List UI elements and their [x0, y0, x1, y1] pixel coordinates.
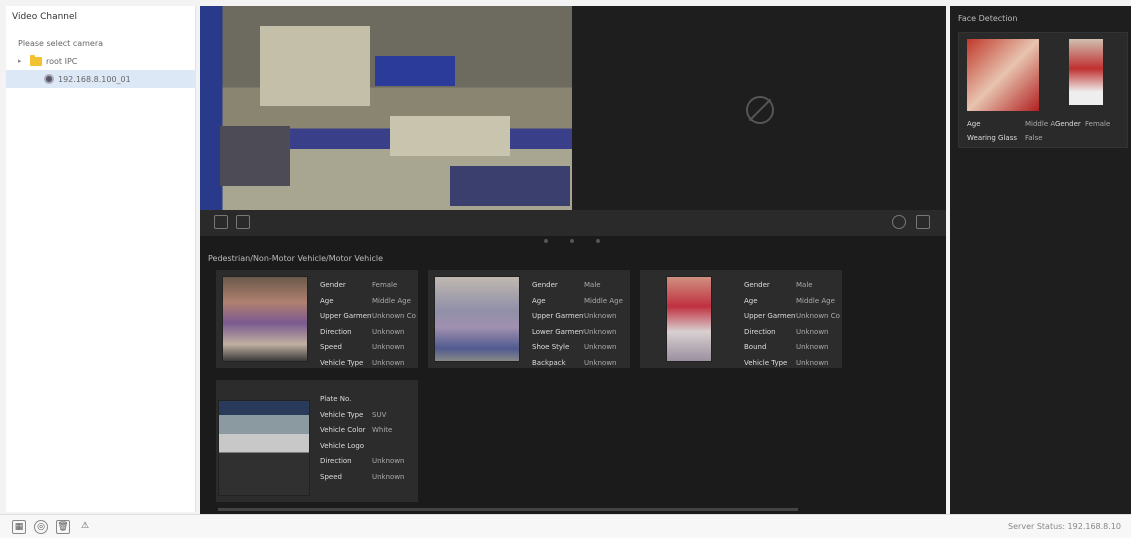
capture-image	[666, 276, 712, 362]
warning-icon[interactable]: ⚠	[78, 520, 92, 534]
capture-props: Gender Female Age Middle Age Upper Garment…	[320, 281, 416, 367]
tree-item-root[interactable]: ▸ root IPC	[6, 52, 196, 70]
capture-props: Gender Male Age Middle Age Upper Garment Un…	[744, 281, 840, 367]
capture-card[interactable]: Gender Female Age Middle Age Upper Garment…	[216, 270, 418, 368]
face-props: AgeMiddle Age GenderFemale Wearing Glass…	[967, 120, 1111, 142]
capture-image	[222, 276, 308, 362]
capture-card-vehicle[interactable]: Plate No. Vehicle Type SUV Vehicle Color W…	[216, 380, 418, 502]
capture-card[interactable]: Gender Male Age Middle Age Upper Garment Un…	[428, 270, 630, 368]
snapshot-icon[interactable]	[214, 215, 228, 229]
sidebar-title: Video Channel	[12, 12, 78, 22]
capture-title: Pedestrian/Non-Motor Vehicle/Motor Vehic…	[208, 254, 384, 263]
video-block	[390, 116, 510, 156]
channel-sidebar: Video Channel Please select camera ▸ roo…	[6, 6, 196, 512]
video-toolbar	[200, 210, 946, 236]
folder-icon	[30, 54, 42, 66]
video-block	[375, 56, 455, 86]
video-block	[260, 26, 370, 106]
record-icon[interactable]	[236, 215, 250, 229]
fullscreen-icon[interactable]	[916, 215, 930, 229]
tree-hint: Please select camera	[18, 38, 104, 48]
status-bar: ▦ ◎ 🗑 ⚠ Server Status: 192.168.8.10	[0, 514, 1131, 538]
server-status: Server Status: 192.168.8.10	[1008, 522, 1121, 531]
delete-icon[interactable]: 🗑	[56, 520, 70, 534]
no-signal-icon	[746, 96, 774, 124]
capture-image	[218, 400, 310, 496]
video-frame	[200, 6, 572, 210]
video-block	[220, 126, 290, 186]
capture-panel: Pedestrian/Non-Motor Vehicle/Motor Vehic…	[200, 236, 946, 514]
resize-grip[interactable]	[544, 238, 600, 244]
face-card[interactable]: AgeMiddle Age GenderFemale Wearing Glass…	[958, 32, 1128, 148]
tree-item-camera[interactable]: 192.168.8.100_01	[6, 70, 196, 88]
live-video[interactable]	[200, 6, 946, 210]
app-window: Video Channel Please select camera ▸ roo…	[0, 0, 1131, 538]
capture-image	[434, 276, 520, 362]
layout-icon[interactable]: ▦	[12, 520, 26, 534]
camera-icon	[44, 74, 54, 84]
settings-icon[interactable]	[892, 215, 906, 229]
face-body-image	[1069, 39, 1103, 105]
capture-props: Plate No. Vehicle Type SUV Vehicle Color W…	[320, 395, 405, 481]
face-detection-panel: Face Detection AgeMiddle Age GenderFemal…	[950, 6, 1131, 514]
face-panel-title: Face Detection	[958, 14, 1018, 23]
face-capture-image	[967, 39, 1039, 111]
expander-icon[interactable]: ▸	[18, 57, 26, 65]
capture-props: Gender Male Age Middle Age Upper Garment Un…	[532, 281, 623, 367]
horizontal-scrollbar[interactable]	[218, 508, 798, 511]
capture-card[interactable]: Gender Male Age Middle Age Upper Garment Un…	[640, 270, 842, 368]
target-icon[interactable]: ◎	[34, 520, 48, 534]
video-block	[450, 166, 570, 206]
